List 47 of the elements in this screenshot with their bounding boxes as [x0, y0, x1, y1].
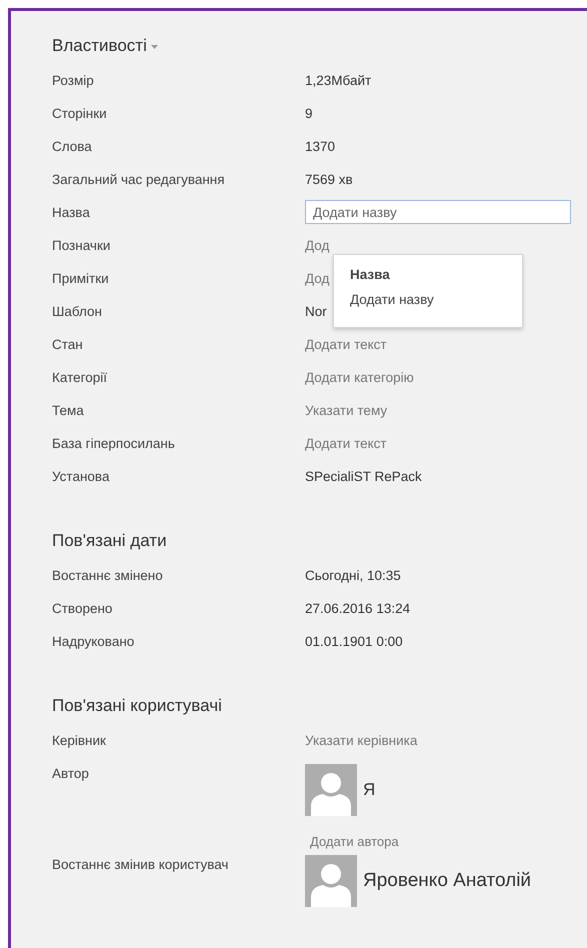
property-label: Керівник	[52, 732, 107, 750]
property-value: 27.06.2016 13:24	[305, 600, 410, 618]
property-label: Установа	[52, 468, 110, 486]
property-label: Востаннє змінено	[52, 567, 164, 585]
property-label: Створено	[52, 600, 114, 618]
input-field[interactable]: Додати назву	[305, 200, 571, 224]
property-label: Востаннє змінив користувач	[52, 856, 230, 874]
property-label: Надруковано	[52, 633, 136, 651]
add-author-link[interactable]: Додати автора	[305, 834, 587, 849]
property-value-link[interactable]: Дод	[305, 267, 330, 289]
property-label: Шаблон	[52, 303, 103, 321]
property-label: Тема	[52, 402, 85, 420]
section-title[interactable]: Властивості	[52, 36, 147, 56]
property-value: 9	[305, 105, 313, 123]
property-value-link[interactable]: Указати тему	[305, 399, 388, 421]
property-value-link[interactable]: Додати текст	[305, 333, 387, 355]
property-value-link[interactable]: Додати категорію	[305, 366, 414, 388]
property-label: Позначки	[52, 237, 112, 255]
property-value-link[interactable]: Указати керівника	[305, 729, 418, 751]
person-name: Я	[363, 780, 376, 800]
property-label: Слова	[52, 138, 93, 156]
user-avatar-icon	[305, 764, 357, 816]
user-avatar-icon	[305, 855, 357, 907]
property-value: SPecialiST RePack	[305, 468, 422, 486]
property-label: Категорії	[52, 369, 108, 387]
property-value: 1,23Мбайт	[305, 72, 372, 90]
property-value: 7569 хв	[305, 171, 353, 189]
section-title: Пов'язані дати	[52, 531, 167, 551]
property-value: 1370	[305, 138, 336, 156]
property-label: Розмір	[52, 72, 95, 90]
property-label: Автор	[52, 765, 90, 783]
property-label: База гіперпосилань	[52, 435, 176, 453]
property-value: Сьогодні, 10:35	[305, 567, 401, 585]
tooltip-text: Додати назву	[350, 292, 435, 307]
property-label: Загальний час редагування	[52, 171, 226, 189]
property-value-link[interactable]: Додати текст	[305, 432, 387, 454]
property-value: 01.01.1901 0:00	[305, 633, 403, 651]
caret-icon[interactable]	[150, 44, 158, 50]
person-name: Яровенко Анатолій	[363, 870, 532, 892]
property-label: Сторінки	[52, 105, 108, 123]
property-label: Назва	[52, 204, 91, 222]
property-value: Nor	[305, 303, 327, 321]
property-label: Примітки	[52, 270, 110, 288]
property-value-link[interactable]: Дод	[305, 234, 330, 256]
section-title: Пов'язані користувачі	[52, 696, 222, 716]
property-label: Стан	[52, 336, 84, 354]
tooltip-title: Назва	[350, 267, 391, 282]
